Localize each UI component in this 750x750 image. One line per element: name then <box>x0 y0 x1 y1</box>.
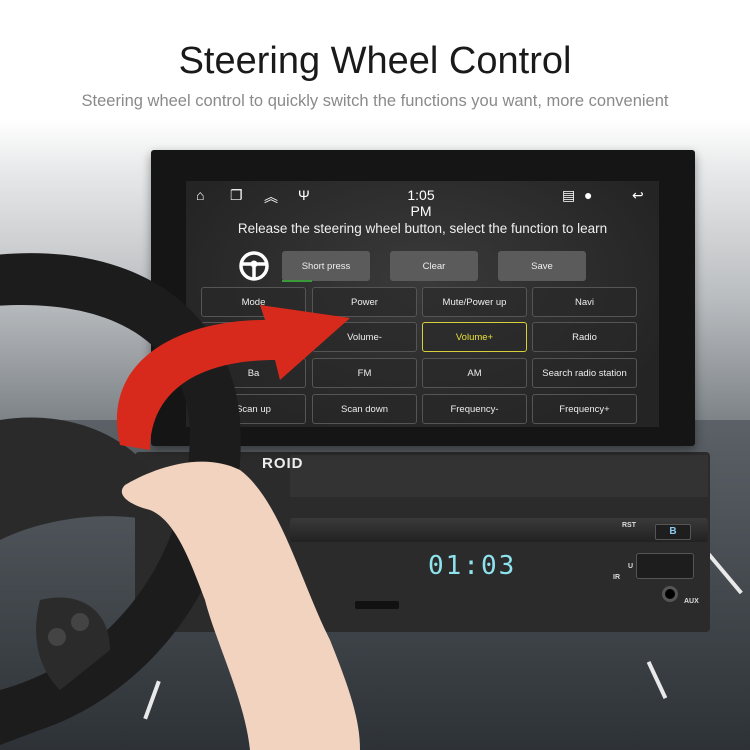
illustration-overlay <box>0 253 360 750</box>
